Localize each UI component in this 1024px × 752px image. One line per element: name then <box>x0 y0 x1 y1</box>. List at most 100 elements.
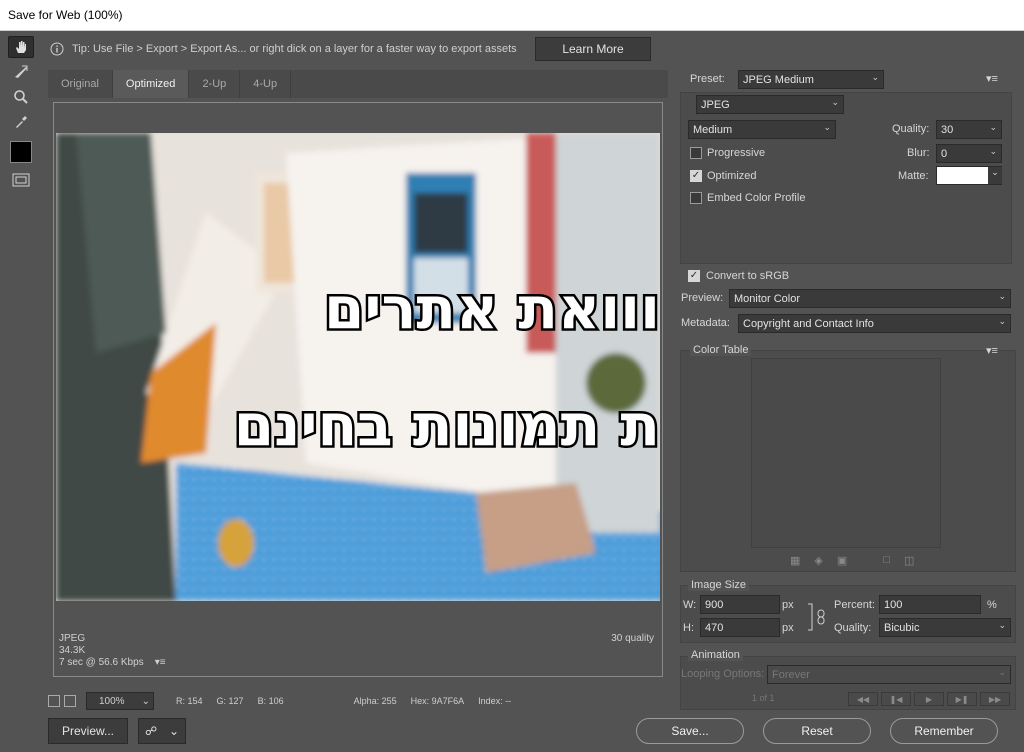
view-tabs: Original Optimized 2-Up 4-Up <box>48 70 668 98</box>
trash-icon[interactable]: ◫ <box>904 554 914 567</box>
info-icon <box>50 42 64 56</box>
toggle-slices-icon[interactable] <box>8 169 34 191</box>
color-table-menu-icon[interactable]: ▾≡ <box>986 344 998 357</box>
height-label: H: <box>683 622 694 634</box>
image-info: JPEG 34.3K 7 sec @ 56.6 Kbps ▾≡ <box>59 633 166 669</box>
resample-quality-label: Quality: <box>834 622 872 634</box>
web-shift-icon[interactable]: ◈ <box>814 554 822 567</box>
color-b: B: 106 <box>257 696 284 706</box>
preview-mode-label: Preview: <box>681 292 724 304</box>
color-r: R: 154 <box>176 696 203 706</box>
preview-pane[interactable]: ווואת אתרים ת תמונות בחינם JPEG 34.3K 7 … <box>53 102 663 677</box>
previous-frame-icon[interactable]: ❚◀ <box>881 692 911 706</box>
zoom-level-select[interactable]: 100% ⌄ <box>86 692 154 710</box>
blur-input[interactable]: 0 ⌄ <box>936 144 1002 163</box>
browser-preview-button[interactable]: ☍ ⌄ <box>138 718 186 744</box>
new-color-icon[interactable]: □ <box>883 554 890 567</box>
tab-4-up[interactable]: 4-Up <box>240 70 292 98</box>
status-bar: 100% ⌄ R: 154 G: 127 B: 106 Alpha: 255 He… <box>48 690 668 712</box>
slice-select-tool-icon[interactable] <box>8 61 34 83</box>
play-icon[interactable]: ▶ <box>914 692 944 706</box>
looping-options-label: Looping Options: <box>681 668 765 680</box>
save-button[interactable]: Save... <box>636 718 744 744</box>
quality-input[interactable]: 30 ⌄ <box>936 120 1002 139</box>
convert-srgb-checkbox[interactable]: ✓ <box>688 270 700 282</box>
chevron-down-icon: ⌄ <box>989 122 997 132</box>
chevron-down-icon: ⌄ <box>823 122 831 132</box>
image-size-title: Image Size <box>688 579 750 591</box>
progressive-label: Progressive <box>707 147 766 159</box>
metadata-label: Metadata: <box>681 317 730 329</box>
frame-counter: 1 of 1 <box>752 693 775 703</box>
tab-2-up[interactable]: 2-Up <box>189 70 241 98</box>
tab-optimized[interactable]: Optimized <box>112 70 190 98</box>
color-index: Index: -- <box>478 696 512 706</box>
chevron-down-icon: ⌄ <box>989 146 997 156</box>
preview-image[interactable]: ווואת אתרים ת תמונות בחינם <box>56 133 660 601</box>
zoom-tool-icon[interactable] <box>8 86 34 108</box>
color-table-grid[interactable] <box>751 358 941 548</box>
reset-button[interactable]: Reset <box>763 718 871 744</box>
matte-label: Matte: <box>898 170 929 182</box>
color-alpha: Alpha: 255 <box>353 696 397 706</box>
color-table-title: Color Table <box>690 344 752 356</box>
embed-color-profile-label: Embed Color Profile <box>707 192 806 204</box>
chevron-down-icon: ⌄ <box>988 167 1002 184</box>
format-select[interactable]: JPEG ⌄ <box>696 95 844 114</box>
preset-menu-icon[interactable]: ▾≡ <box>986 72 998 85</box>
tip-text: Tip: Use File > Export > Export As... or… <box>72 43 517 55</box>
percent-label: Percent: <box>834 599 875 611</box>
eyedropper-tool-icon[interactable] <box>8 111 34 133</box>
preview-button[interactable]: Preview... <box>48 718 128 744</box>
height-unit: px <box>782 622 794 634</box>
zoom-in-icon[interactable] <box>64 695 76 707</box>
image-file-size: 34.3K <box>59 645 86 656</box>
eyedropper-color-swatch[interactable] <box>10 141 32 163</box>
chevron-down-icon: ⌄ <box>998 620 1006 630</box>
height-input[interactable]: 470 <box>700 618 780 637</box>
animation-title: Animation <box>688 649 743 661</box>
preview-mode-select[interactable]: Monitor Color ⌄ <box>729 289 1011 308</box>
download-time: 7 sec @ 56.6 Kbps ▾≡ <box>59 657 166 668</box>
looping-options-select[interactable]: Forever ⌄ <box>767 665 1011 684</box>
chevron-down-icon: ⌄ <box>831 97 839 107</box>
chevron-down-icon: ⌄ <box>168 724 180 738</box>
learn-more-button[interactable]: Learn More <box>535 37 651 61</box>
preset-label: Preset: <box>690 73 725 85</box>
remember-button[interactable]: Remember <box>890 718 998 744</box>
chevron-down-icon: ⌄ <box>998 291 1006 301</box>
preset-select[interactable]: JPEG Medium ⌄ <box>738 70 884 89</box>
download-speed-menu-icon[interactable]: ▾≡ <box>146 657 166 668</box>
compression-quality-select[interactable]: Medium ⌄ <box>688 120 836 139</box>
chevron-down-icon: ⌄ <box>998 667 1006 677</box>
convert-srgb-label: Convert to sRGB <box>706 270 790 282</box>
width-unit: px <box>782 599 794 611</box>
embed-color-profile-checkbox[interactable] <box>690 192 702 204</box>
color-g: G: 127 <box>216 696 244 706</box>
next-frame-icon[interactable]: ▶❚ <box>947 692 977 706</box>
constrain-proportions-link-icon[interactable] <box>806 603 828 631</box>
progressive-checkbox[interactable] <box>690 147 702 159</box>
first-frame-icon[interactable]: ◀◀ <box>848 692 878 706</box>
chevron-down-icon: ⌄ <box>998 316 1006 326</box>
tab-original[interactable]: Original <box>48 70 113 98</box>
percent-input[interactable]: 100 <box>879 595 981 614</box>
image-quality-info: 30 quality <box>611 633 654 644</box>
chevron-down-icon: ⌄ <box>871 72 879 82</box>
optimized-checkbox[interactable]: ✓ <box>690 170 702 182</box>
window-title: Save for Web (100%) <box>0 0 1024 31</box>
zoom-out-icon[interactable] <box>48 695 60 707</box>
image-format: JPEG <box>59 633 86 644</box>
lock-color-icon[interactable]: ▣ <box>837 554 847 567</box>
last-frame-icon[interactable]: ▶▶ <box>980 692 1010 706</box>
browser-icon: ☍ <box>144 724 158 738</box>
chevron-down-icon: ⌄ <box>141 695 150 707</box>
overlay-text-line-1: ווואת אתרים <box>324 274 660 342</box>
hand-tool-icon[interactable] <box>8 36 34 58</box>
resample-quality-select[interactable]: Bicubic ⌄ <box>879 618 1011 637</box>
width-input[interactable]: 900 <box>700 595 780 614</box>
quality-label: Quality: <box>892 123 930 135</box>
map-transparent-icon[interactable]: ▦ <box>790 554 800 567</box>
metadata-select[interactable]: Copyright and Contact Info ⌄ <box>738 314 1011 333</box>
matte-color-select[interactable]: ⌄ <box>936 166 1002 185</box>
